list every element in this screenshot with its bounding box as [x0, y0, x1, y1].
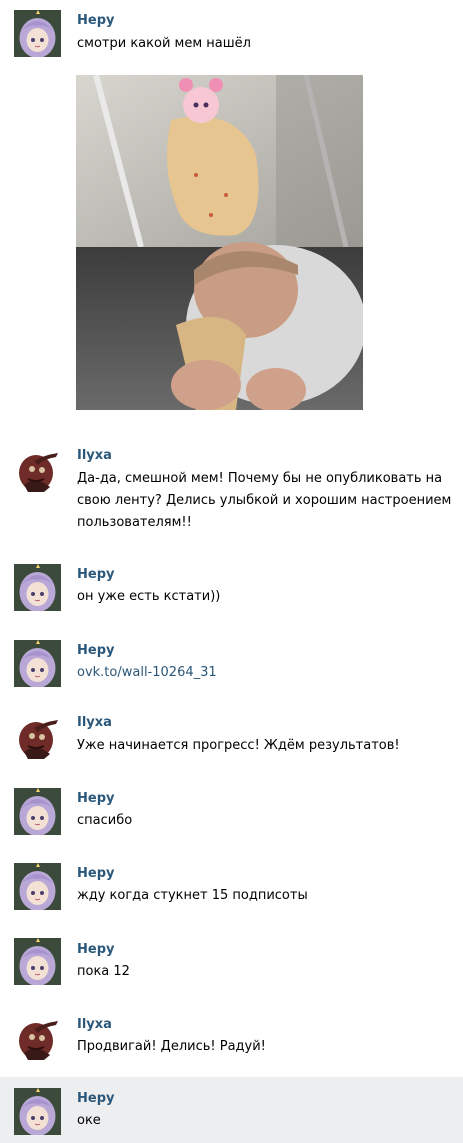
anime-girl-avatar-icon [14, 863, 61, 910]
message-text: ovk.to/wall-10264_31 [77, 662, 457, 684]
message-item: Hepy пока 12 [0, 932, 463, 1007]
message-text: оке [77, 1113, 101, 1128]
meme-image-icon [76, 74, 366, 412]
avatar[interactable] [14, 712, 61, 759]
message-author[interactable]: Ilyxa [77, 448, 112, 463]
anime-girl-avatar-icon [14, 10, 61, 57]
avatar[interactable] [14, 1088, 61, 1135]
avatar[interactable] [14, 938, 61, 985]
message-author[interactable]: Hepy [77, 13, 114, 28]
message-link[interactable]: ovk.to/wall-10264_31 [77, 665, 217, 680]
avatar[interactable] [14, 640, 61, 687]
meme-image[interactable] [76, 74, 366, 412]
message-text: жду когда стукнет 15 подписоты [77, 888, 308, 903]
message-item: Hepy ovk.to/wall-10264_31 [0, 632, 463, 707]
message-item: Hepy спасибо [0, 782, 463, 857]
message-author[interactable]: Hepy [77, 643, 114, 658]
avatar[interactable] [14, 564, 61, 611]
message-author[interactable]: Hepy [77, 866, 114, 881]
message-author[interactable]: Hepy [77, 567, 114, 582]
avatar[interactable] [14, 1013, 61, 1060]
message-text: пока 12 [77, 964, 130, 979]
anime-girl-avatar-icon [14, 938, 61, 985]
avatar[interactable] [14, 445, 61, 492]
message-author[interactable]: Hepy [77, 1091, 114, 1106]
message-text: смотри какой мем нашёл [77, 36, 251, 51]
anime-girl-avatar-icon [14, 640, 61, 687]
anime-girl-avatar-icon [14, 1088, 61, 1135]
message-author[interactable]: Ilyxa [77, 1017, 112, 1032]
avatar[interactable] [14, 788, 61, 835]
message-text: Уже начинается прогресс! Ждём результато… [77, 738, 400, 753]
avatar[interactable] [14, 10, 61, 57]
message-item: Ilyxa Уже начинается прогресс! Ждём резу… [0, 707, 463, 782]
message-author[interactable]: Ilyxa [77, 715, 112, 730]
message-item: Ilyxa Продвигай! Делись! Радуй! [0, 1007, 463, 1077]
message-item: Ilyxa Да-да, смешной мем! Почему бы не о… [0, 440, 463, 552]
message-text: спасибо [77, 813, 133, 828]
creature-avatar-icon [14, 712, 61, 759]
message-text: Да-да, смешной мем! Почему бы не опублик… [77, 471, 452, 530]
creature-avatar-icon [14, 1013, 61, 1060]
message-item: Hepy жду когда стукнет 15 подписоты [0, 857, 463, 932]
anime-girl-avatar-icon [14, 564, 61, 611]
message-text: он уже есть кстати)) [77, 589, 221, 604]
message-text: Продвигай! Делись! Радуй! [77, 1039, 266, 1054]
message-item: Hepy он уже есть кстати)) [0, 555, 463, 630]
creature-avatar-icon [14, 445, 61, 492]
message-author[interactable]: Hepy [77, 791, 114, 806]
anime-girl-avatar-icon [14, 788, 61, 835]
message-item: Hepy смотри какой мем нашёл [0, 0, 463, 420]
message-item-highlighted: Hepy оке [0, 1077, 463, 1143]
avatar[interactable] [14, 863, 61, 910]
message-author[interactable]: Hepy [77, 942, 114, 957]
